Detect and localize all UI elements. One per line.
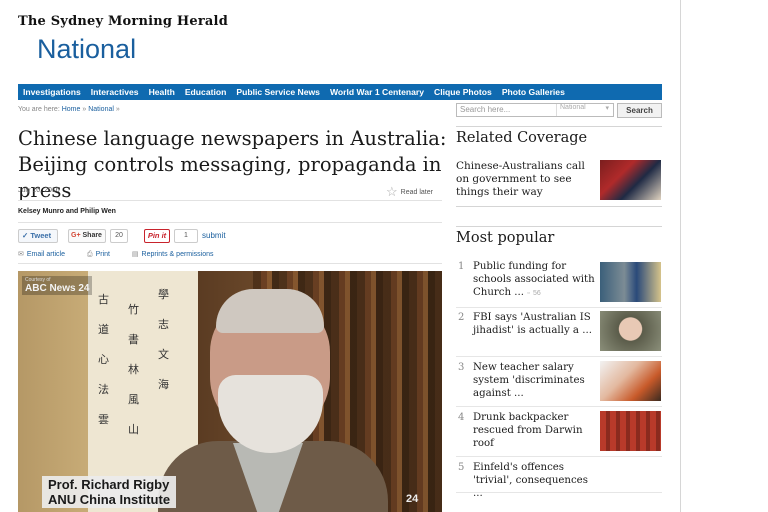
breadcrumb-home[interactable]: Home (62, 106, 81, 113)
page: The Sydney Morning Herald National Inves… (0, 0, 681, 512)
reddit-submit-link[interactable]: submit (202, 231, 226, 240)
breadcrumb-national[interactable]: National (88, 106, 114, 113)
article-headline: Chinese language newspapers in Australia… (18, 127, 447, 202)
popular-divider (456, 307, 662, 308)
pinterest-pin-button[interactable]: Pin it (144, 229, 170, 243)
related-article-link[interactable]: Chinese-Australians call on government t… (456, 160, 596, 199)
video-caption: Prof. Richard Rigby ANU China Institute (42, 476, 177, 508)
divider (18, 263, 442, 264)
popular-item[interactable]: 5 Einfeld's offences 'trivial', conseque… (456, 461, 662, 507)
print-link[interactable]: ⎙ Print (87, 251, 120, 258)
popular-divider (456, 492, 662, 493)
tweet-button[interactable]: ✓ Tweet (18, 229, 58, 243)
article-date: July 10, 2016 (18, 187, 60, 194)
channel-name: ABC News 24 (25, 283, 90, 294)
nav-item-public-service-news[interactable]: Public Service News (231, 87, 325, 97)
popular-headline[interactable]: Drunk backpacker rescued from Darwin roo… (473, 411, 597, 450)
popular-divider (456, 406, 662, 407)
breadcrumb: You are here: Home » National » (18, 106, 120, 113)
read-later-button[interactable]: ☆ Read later (386, 184, 433, 200)
nav-item-photo-galleries[interactable]: Photo Galleries (497, 87, 570, 97)
caption-name: Prof. Richard Rigby (48, 477, 170, 492)
gplus-share-count: 20 (110, 229, 128, 243)
reprints-link[interactable]: ▤ Reprints & permissions (132, 251, 224, 258)
article-video-player[interactable]: 古道心法雲 竹書林風山 學志文海 Courtesy of ABC News 24… (18, 271, 442, 512)
pin-count: 1 (174, 229, 198, 243)
popular-headline[interactable]: Public funding for schools associated wi… (473, 260, 597, 300)
breadcrumb-prefix: You are here: (18, 106, 60, 113)
related-article-thumbnail[interactable] (600, 160, 661, 200)
popular-rank: 5 (458, 462, 465, 473)
popular-rank: 4 (458, 412, 465, 423)
search-scope-value: National (560, 104, 586, 111)
popular-headline[interactable]: Einfeld's offences 'trivial', consequenc… (473, 461, 597, 500)
article-tools: ✉ Email article ⎙ Print ▤ Reprints & permis… (18, 250, 234, 259)
section-nav: Investigations Interactives Health Educa… (18, 84, 662, 100)
read-later-label: Read later (400, 188, 433, 196)
divider (18, 200, 442, 201)
popular-rank: 1 (458, 261, 465, 272)
star-icon: ☆ (386, 184, 398, 199)
nav-item-investigations[interactable]: Investigations (18, 87, 86, 97)
email-article-label: Email article (26, 251, 65, 258)
rail-divider (456, 206, 662, 207)
comment-count: 56 (533, 290, 541, 297)
popular-thumbnail[interactable] (600, 411, 661, 451)
popular-rank: 2 (458, 312, 465, 323)
popular-headline[interactable]: New teacher salary system 'discriminates… (473, 361, 597, 400)
section-title[interactable]: National (37, 34, 136, 65)
masthead-logo[interactable]: The Sydney Morning Herald (18, 14, 228, 29)
google-plus-share-button[interactable]: G+ Share (68, 229, 106, 243)
related-coverage-heading: Related Coverage (456, 130, 588, 146)
nav-item-interactives[interactable]: Interactives (86, 87, 144, 97)
reprints-label: Reprints & permissions (141, 251, 214, 258)
popular-divider (456, 456, 662, 457)
divider (18, 222, 442, 223)
caption-institute: ANU China Institute (48, 492, 171, 507)
popular-headline[interactable]: FBI says 'Australian IS jihadist' is act… (473, 311, 597, 337)
rail-divider (456, 226, 662, 227)
popular-thumbnail[interactable] (600, 262, 661, 302)
article-byline: Kelsey Munro and Philip Wen (18, 208, 116, 215)
comment-icon: ▫ (527, 290, 530, 297)
printer-icon: ⎙ (86, 251, 93, 258)
gplus-share-label: Share (82, 232, 102, 239)
channel-bug: 24 (406, 493, 419, 505)
breadcrumb-separator-end: » (115, 106, 120, 113)
email-article-link[interactable]: ✉ Email article (18, 251, 75, 258)
most-popular-heading: Most popular (456, 230, 555, 246)
chevron-down-icon: ▾ (605, 105, 609, 112)
search-button[interactable]: Search (617, 103, 662, 118)
abc-news-24-logo: Courtesy of ABC News 24 (22, 276, 93, 295)
popular-thumbnail[interactable] (600, 361, 661, 401)
tweet-label: Tweet (30, 231, 52, 240)
breadcrumb-separator: » (82, 106, 87, 113)
speaker-hair-image (216, 289, 324, 333)
rail-divider (456, 126, 662, 127)
popular-rank: 3 (458, 362, 465, 373)
nav-item-world-war-1-centenary[interactable]: World War 1 Centenary (325, 87, 429, 97)
popular-thumbnail[interactable] (600, 311, 661, 351)
google-plus-icon: G+ (71, 232, 81, 239)
print-label: Print (95, 251, 110, 258)
popular-divider (456, 356, 662, 357)
nav-item-education[interactable]: Education (180, 87, 232, 97)
nav-item-health[interactable]: Health (144, 87, 180, 97)
search-scope-select[interactable]: National ▾ (556, 104, 612, 116)
nav-item-clique-photos[interactable]: Clique Photos (429, 87, 497, 97)
twitter-icon: ✓ (22, 231, 29, 240)
document-icon: ▤ (131, 251, 139, 258)
envelope-icon: ✉ (18, 251, 24, 258)
